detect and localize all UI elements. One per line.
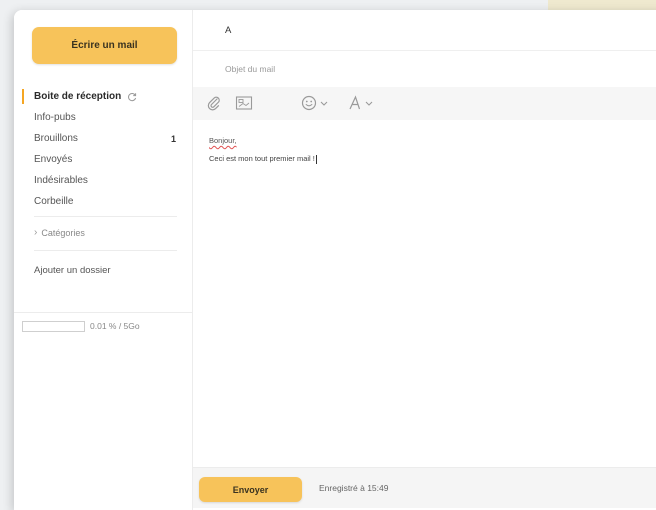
compose-pane: A Bonjour, Ceci est mon tout premier mai… bbox=[192, 10, 656, 510]
recipient-label: A bbox=[225, 24, 232, 36]
attach-icon[interactable] bbox=[207, 95, 221, 111]
refresh-icon[interactable] bbox=[127, 92, 137, 102]
storage-quota-bar bbox=[22, 321, 85, 332]
sidebar-item-inbox[interactable]: Boite de réception bbox=[14, 86, 192, 107]
sidebar-divider bbox=[14, 312, 192, 313]
sidebar-item-label: Envoyés bbox=[34, 154, 73, 165]
subject-row bbox=[193, 50, 656, 87]
text-caret bbox=[315, 154, 317, 164]
add-folder-link[interactable]: Ajouter un dossier bbox=[34, 265, 111, 276]
categories-toggle[interactable]: › Catégories bbox=[34, 227, 85, 238]
sidebar-item-drafts[interactable]: Brouillons 1 bbox=[14, 128, 192, 149]
mail-window: Écrire un mail Boite de réception Info-p… bbox=[14, 10, 656, 510]
sidebar-item-label: Brouillons bbox=[34, 133, 78, 144]
sidebar-divider bbox=[34, 216, 177, 217]
emoji-picker[interactable] bbox=[301, 95, 333, 111]
image-icon[interactable] bbox=[235, 95, 253, 111]
message-text: Ceci est mon tout premier mail ! bbox=[209, 154, 315, 163]
compose-button[interactable]: Écrire un mail bbox=[32, 27, 177, 64]
message-greeting: Bonjour, bbox=[209, 136, 237, 145]
send-button[interactable]: Envoyer bbox=[199, 477, 302, 502]
folder-list: Boite de réception Info-pubs Brouillons … bbox=[14, 86, 192, 212]
sidebar-item-label: Boite de réception bbox=[34, 91, 122, 102]
sidebar-item-sent[interactable]: Envoyés bbox=[14, 149, 192, 170]
categories-label: Catégories bbox=[41, 227, 85, 238]
chevron-right-icon: › bbox=[34, 227, 38, 238]
sidebar-item-spam[interactable]: Indésirables bbox=[14, 170, 192, 191]
saved-status: Enregistré à 15:49 bbox=[319, 483, 389, 493]
sidebar-item-label: Corbeille bbox=[34, 196, 74, 207]
recipient-row[interactable]: A bbox=[193, 10, 656, 51]
compose-footer: Envoyer Enregistré à 15:49 bbox=[193, 467, 656, 508]
storage-quota-text: 0.01 % / 5Go bbox=[90, 321, 140, 331]
sidebar: Écrire un mail Boite de réception Info-p… bbox=[14, 10, 192, 510]
message-line: Ceci est mon tout premier mail ! bbox=[209, 154, 649, 164]
drafts-count-badge: 1 bbox=[170, 133, 176, 144]
font-style-picker[interactable] bbox=[347, 95, 377, 111]
sidebar-item-label: Info-pubs bbox=[34, 112, 76, 123]
subject-input[interactable] bbox=[223, 62, 527, 75]
sidebar-divider bbox=[34, 250, 177, 251]
sidebar-item-trash[interactable]: Corbeille bbox=[14, 191, 192, 212]
format-toolbar bbox=[193, 87, 656, 120]
message-body-editor[interactable]: Bonjour, Ceci est mon tout premier mail … bbox=[209, 136, 649, 164]
sidebar-item-label: Indésirables bbox=[34, 175, 88, 186]
sidebar-item-info-pubs[interactable]: Info-pubs bbox=[14, 107, 192, 128]
